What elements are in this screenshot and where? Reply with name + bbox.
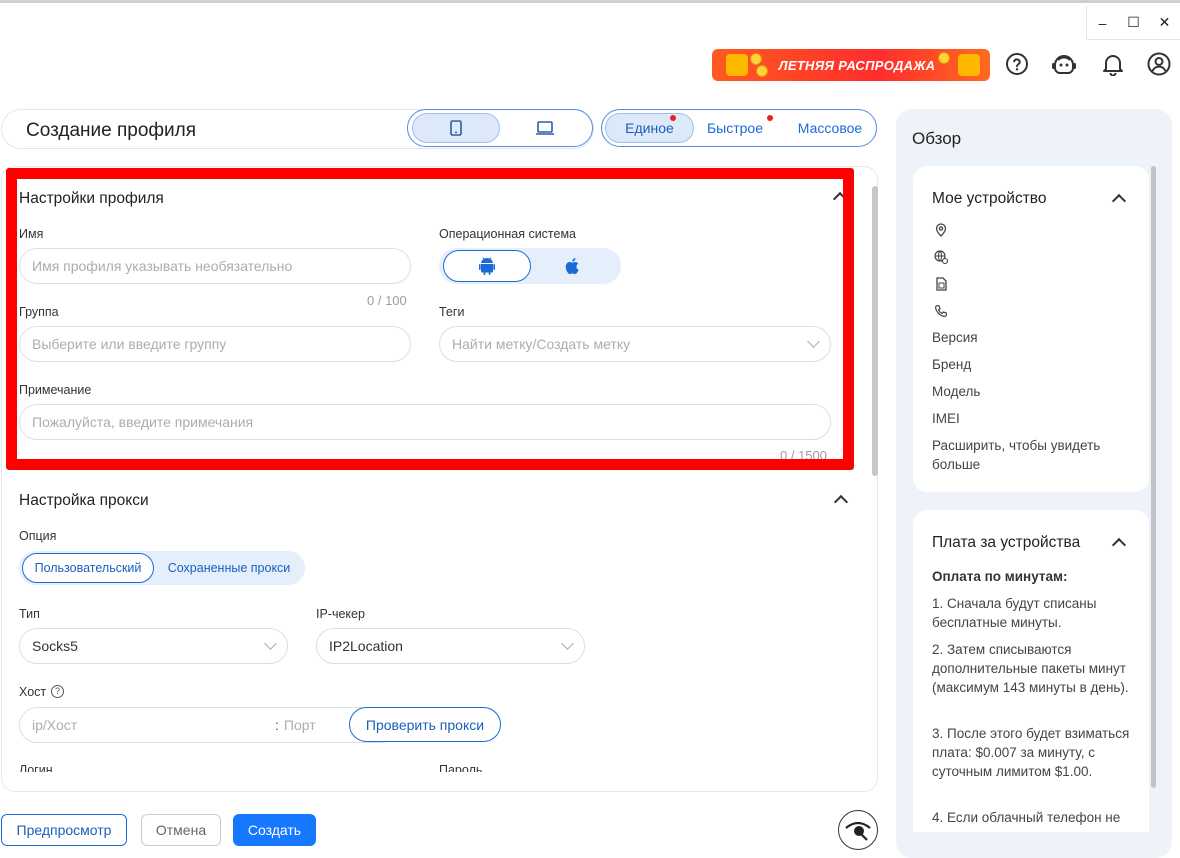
checker-value: IP2Location	[329, 638, 403, 654]
desktop-device-button[interactable]	[501, 113, 589, 143]
checker-label: IP-чекер	[316, 607, 365, 621]
expand-link[interactable]: Расширить, чтобы увидеть больше	[932, 436, 1122, 474]
custom-proxy-label: Пользовательский	[34, 561, 142, 575]
phone-icon	[934, 304, 948, 318]
device-version-label: Версия	[932, 330, 978, 345]
overview-scrollbar[interactable]	[1151, 166, 1156, 788]
phone-device-button[interactable]	[412, 113, 500, 143]
page-title: Создание профиля	[26, 120, 197, 141]
cancel-button[interactable]: Отмена	[141, 814, 221, 846]
device-model-label: Модель	[932, 384, 981, 399]
tab-quick[interactable]: Быстрое	[698, 113, 772, 143]
gift-icon	[958, 54, 980, 76]
location-icon	[935, 223, 947, 237]
device-card-title: Мое устройство	[932, 190, 1047, 207]
host-input[interactable]: ip/Хост : Порт	[19, 707, 399, 743]
host-label: Хост	[19, 685, 47, 699]
collapse-chevron-icon[interactable]	[1111, 537, 1127, 553]
phone-icon	[450, 120, 462, 136]
maximize-icon[interactable]: ☐	[1125, 14, 1143, 31]
coin-icon	[750, 53, 762, 65]
pricing-item: 4. Если облачный телефон не используется…	[932, 810, 1121, 832]
overview-title: Обзор	[912, 129, 962, 148]
checker-select[interactable]: IP2Location	[316, 628, 585, 664]
assistant-icon[interactable]	[1051, 51, 1077, 77]
device-toggle	[407, 109, 593, 147]
saved-proxy-button[interactable]: Сохраненные прокси	[159, 553, 299, 583]
tab-quick-label: Быстрое	[706, 120, 764, 136]
window-controls: – ☐ ✕	[1086, 6, 1180, 40]
login-label: Логин	[19, 763, 53, 772]
form-scrollbar[interactable]	[872, 186, 878, 476]
pricing-item: 3. После этого будет взиматься плата: $0…	[932, 726, 1130, 779]
host-placeholder: ip/Хост	[32, 717, 78, 733]
laptop-icon	[536, 121, 554, 135]
port-separator: :	[275, 717, 279, 733]
pricing-item: 1. Сначала будут списаны бесплатные мину…	[932, 596, 1097, 630]
globe-icon	[934, 250, 948, 264]
device-imei-label: IMEI	[932, 411, 960, 426]
coin-icon	[756, 65, 768, 77]
tab-bulk[interactable]: Массовое	[790, 113, 870, 143]
proxy-section-title: Настройка прокси	[19, 492, 149, 509]
close-icon[interactable]: ✕	[1156, 14, 1174, 31]
type-value: Socks5	[32, 638, 78, 654]
highlight-box	[6, 168, 854, 470]
notification-dot	[670, 115, 676, 121]
type-label: Тип	[19, 607, 40, 621]
help-icon[interactable]: ?	[51, 685, 64, 698]
create-button[interactable]: Создать	[233, 814, 316, 846]
tab-single-label: Единое	[625, 120, 674, 136]
check-proxy-button[interactable]: Проверить прокси	[349, 707, 501, 742]
help-icon[interactable]	[1004, 51, 1030, 77]
coin-icon	[938, 52, 950, 64]
tab-bulk-label: Массовое	[797, 120, 863, 136]
eye-icon[interactable]	[838, 810, 878, 850]
proxy-option-toggle: Пользовательский Сохраненные прокси	[19, 551, 305, 585]
pricing-item: 2. Затем списываются дополнительные паке…	[932, 642, 1129, 695]
mode-toggle: Единое Быстрое Массовое	[601, 109, 877, 147]
collapse-chevron-icon[interactable]	[1111, 193, 1127, 209]
option-label: Опция	[19, 529, 57, 543]
sim-icon	[936, 277, 947, 291]
device-card: Мое устройство Версия Бренд Модель IMEI …	[913, 166, 1149, 492]
password-label: Пароль	[439, 763, 483, 772]
tab-single[interactable]: Единое	[605, 113, 694, 143]
device-brand-label: Бренд	[932, 357, 972, 372]
notification-dot	[767, 115, 773, 121]
gift-icon	[726, 54, 748, 76]
promo-banner[interactable]: ЛЕТНЯЯ РАСПРОДАЖА	[712, 49, 990, 81]
type-select[interactable]: Socks5	[19, 628, 288, 664]
minimize-icon[interactable]: –	[1094, 15, 1112, 31]
app-window: – ☐ ✕ ЛЕТНЯЯ РАСПРОДАЖА Создание профиля	[0, 0, 1180, 858]
preview-button[interactable]: Предпросмотр	[1, 814, 127, 846]
saved-proxy-label: Сохраненные прокси	[167, 561, 291, 575]
user-icon[interactable]	[1146, 51, 1172, 77]
custom-proxy-button[interactable]: Пользовательский	[22, 553, 154, 583]
pricing-card: Плата за устройства Оплата по минутам: 1…	[913, 510, 1149, 832]
port-placeholder: Порт	[283, 717, 316, 733]
promo-label: ЛЕТНЯЯ РАСПРОДАЖА	[778, 57, 936, 73]
bell-icon[interactable]	[1100, 51, 1126, 77]
pricing-subtitle: Оплата по минутам:	[932, 569, 1068, 584]
pricing-card-title: Плата за устройства	[932, 534, 1081, 551]
